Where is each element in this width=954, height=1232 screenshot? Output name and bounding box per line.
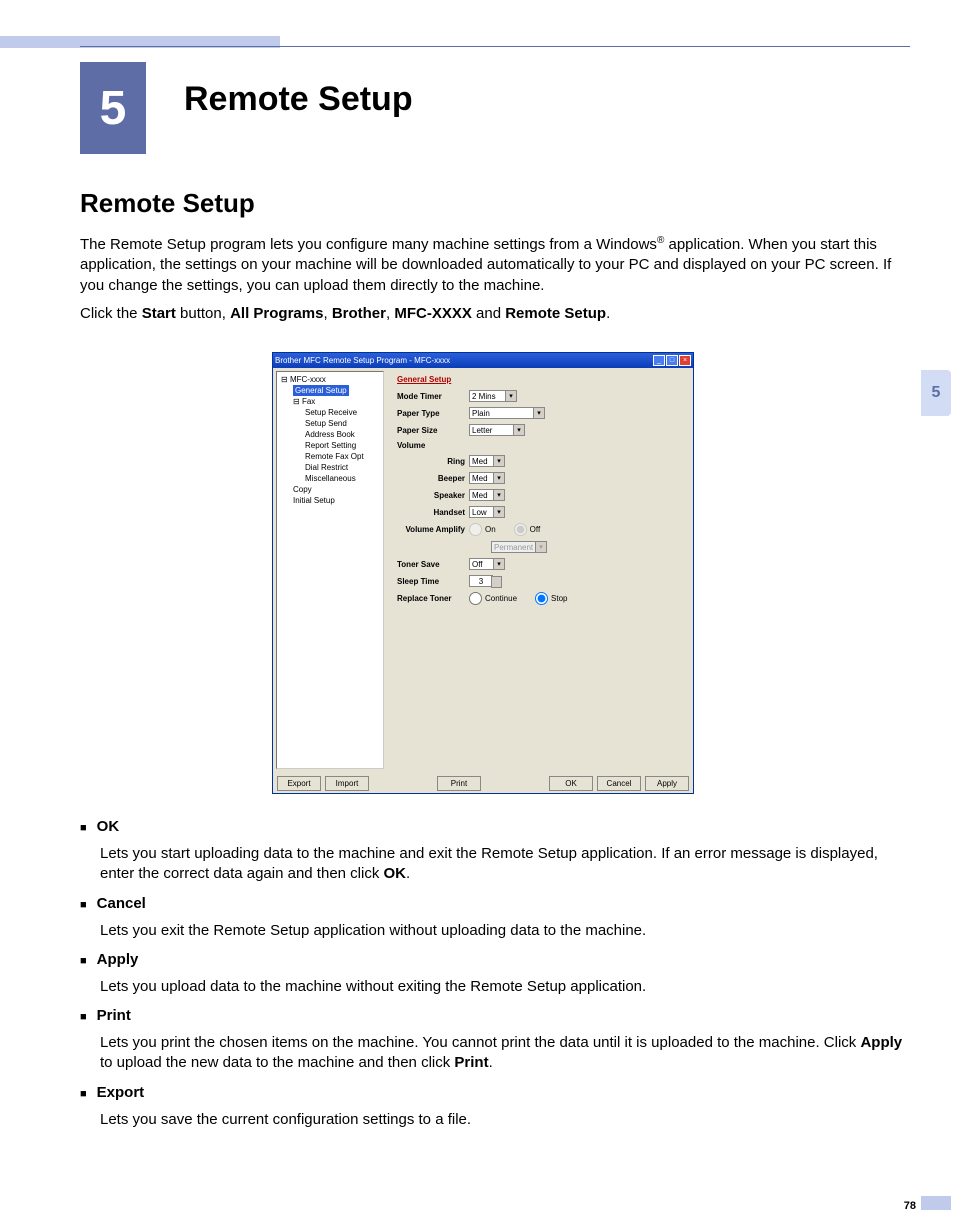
tree-address-book[interactable]: Address Book: [277, 429, 383, 440]
chapter-number: 5: [100, 81, 127, 136]
bullet-icon: ■: [80, 818, 87, 838]
ok-button[interactable]: OK: [549, 776, 593, 791]
paragraph-2: Click the Start button, All Programs, Br…: [80, 304, 910, 324]
bullet-icon: ■: [80, 951, 87, 971]
window-close-button[interactable]: ×: [679, 355, 691, 366]
beeper-combo[interactable]: Med: [469, 472, 505, 484]
bullet-print: ■Print Lets you print the chosen items o…: [80, 1007, 910, 1074]
side-tab: 5: [921, 370, 951, 416]
bullet-icon: ■: [80, 1007, 87, 1027]
volume-amplify-off-radio[interactable]: Off: [514, 523, 541, 536]
sleep-time-spinner[interactable]: 3: [469, 575, 493, 587]
toner-save-label: Toner Save: [397, 560, 469, 569]
window-title: Brother MFC Remote Setup Program - MFC-x…: [275, 356, 450, 365]
header-rule: [80, 46, 910, 47]
speaker-combo[interactable]: Med: [469, 489, 505, 501]
tree-miscellaneous[interactable]: Miscellaneous: [277, 473, 383, 484]
bullet-ok: ■OK Lets you start uploading data to the…: [80, 818, 910, 885]
pane-title: General Setup: [397, 375, 680, 384]
bullet-list: ■OK Lets you start uploading data to the…: [80, 818, 910, 1140]
tree-root[interactable]: ⊟ MFC-xxxx: [277, 374, 383, 385]
window-maximize-button[interactable]: □: [666, 355, 678, 366]
beeper-label: Beeper: [397, 474, 469, 483]
bullet-icon: ■: [80, 1084, 87, 1104]
section-title: Remote Setup: [80, 188, 255, 219]
bullet-apply: ■Apply Lets you upload data to the machi…: [80, 951, 910, 997]
window-titlebar: Brother MFC Remote Setup Program - MFC-x…: [273, 353, 693, 368]
paragraph-1: The Remote Setup program lets you config…: [80, 234, 910, 296]
volume-label: Volume: [397, 441, 469, 450]
export-button[interactable]: Export: [277, 776, 321, 791]
ring-combo[interactable]: Med: [469, 455, 505, 467]
page-number: 78: [904, 1200, 916, 1212]
bullet-export: ■Export Lets you save the current config…: [80, 1084, 910, 1130]
volume-amplify-on-radio[interactable]: On: [469, 523, 496, 536]
tree-general-setup[interactable]: General Setup: [277, 385, 383, 396]
apply-button[interactable]: Apply: [645, 776, 689, 791]
chapter-title: Remote Setup: [184, 80, 413, 119]
cancel-button[interactable]: Cancel: [597, 776, 641, 791]
bullet-icon: ■: [80, 895, 87, 915]
remote-setup-window: Brother MFC Remote Setup Program - MFC-x…: [272, 352, 694, 794]
tree-initial-setup[interactable]: Initial Setup: [277, 495, 383, 506]
replace-toner-continue-radio[interactable]: Continue: [469, 592, 517, 605]
replace-toner-stop-radio[interactable]: Stop: [535, 592, 567, 605]
tree-setup-send[interactable]: Setup Send: [277, 418, 383, 429]
paper-size-combo[interactable]: Letter: [469, 424, 525, 436]
paper-type-label: Paper Type: [397, 409, 469, 418]
chapter-number-box: 5: [80, 62, 146, 154]
paper-type-combo[interactable]: Plain: [469, 407, 545, 419]
tree-fax[interactable]: ⊟ Fax: [277, 396, 383, 407]
ring-label: Ring: [397, 457, 469, 466]
handset-combo[interactable]: Low: [469, 506, 505, 518]
tree-remote-fax-opt[interactable]: Remote Fax Opt: [277, 451, 383, 462]
import-button[interactable]: Import: [325, 776, 369, 791]
volume-amplify-label: Volume Amplify: [397, 525, 469, 534]
mode-timer-combo[interactable]: 2 Mins: [469, 390, 517, 402]
tree-dial-restrict[interactable]: Dial Restrict: [277, 462, 383, 473]
toner-save-combo[interactable]: Off: [469, 558, 505, 570]
paper-size-label: Paper Size: [397, 426, 469, 435]
tree-copy[interactable]: Copy: [277, 484, 383, 495]
window-minimize-button[interactable]: _: [653, 355, 665, 366]
replace-toner-label: Replace Toner: [397, 594, 469, 603]
handset-label: Handset: [397, 508, 469, 517]
print-button[interactable]: Print: [437, 776, 481, 791]
tree-report-setting[interactable]: Report Setting: [277, 440, 383, 451]
settings-pane: General Setup Mode Timer2 Mins Paper Typ…: [387, 371, 690, 769]
mode-timer-label: Mode Timer: [397, 392, 469, 401]
window-footer: Export Import Print OK Cancel Apply: [273, 772, 693, 795]
volume-amplify-disabled-combo: Permanent: [491, 541, 547, 553]
page-number-accent: [921, 1196, 951, 1210]
tree-setup-receive[interactable]: Setup Receive: [277, 407, 383, 418]
speaker-label: Speaker: [397, 491, 469, 500]
sleep-time-label: Sleep Time: [397, 577, 469, 586]
bullet-cancel: ■Cancel Lets you exit the Remote Setup a…: [80, 895, 910, 941]
settings-tree[interactable]: ⊟ MFC-xxxx General Setup ⊟ Fax Setup Rec…: [276, 371, 384, 769]
